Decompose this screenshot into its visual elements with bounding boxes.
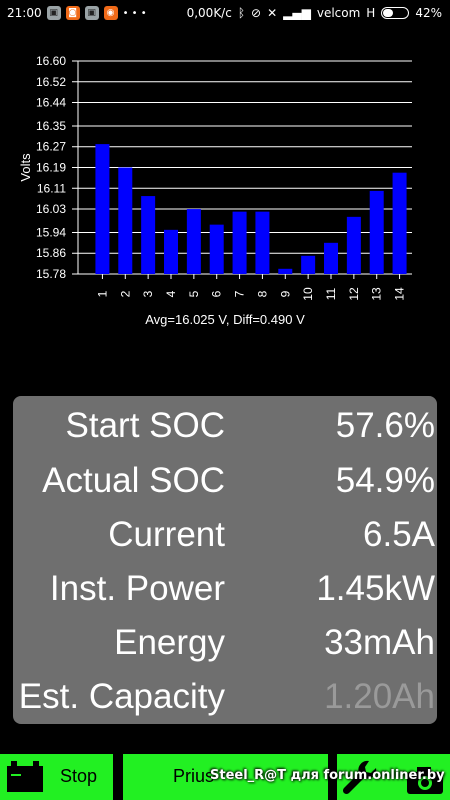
more-notifications: • • • (122, 7, 147, 19)
bar (232, 211, 247, 274)
stat-value: 33mAh (324, 623, 435, 662)
mute-icon: ✕ (267, 6, 278, 20)
stat-row: Current 6.5A (13, 508, 437, 562)
stat-row: Start SOC 57.6% (13, 399, 437, 453)
x-tick-label: 13 (370, 287, 384, 301)
app-notification-icon: ▣ (46, 6, 61, 20)
y-tick-label: 16.03 (36, 202, 66, 216)
stat-label: Actual SOC (42, 461, 225, 500)
stat-label: Inst. Power (49, 569, 225, 608)
y-tick-label: 16.35 (36, 119, 66, 133)
bar (141, 196, 156, 274)
bar (392, 172, 407, 274)
bar (209, 224, 224, 274)
stat-value: 57.6% (335, 406, 435, 445)
stat-row: Energy 33mAh (13, 616, 437, 670)
stat-value: 1.45kW (316, 569, 435, 608)
battery-icon (381, 7, 410, 19)
x-tick-label: 4 (164, 290, 178, 297)
bar (118, 167, 133, 274)
y-tick-label: 15.86 (36, 246, 66, 260)
stat-row: Actual SOC 54.9% (13, 454, 437, 508)
net-speed: 0,00K/c (186, 6, 232, 20)
alarm-off-icon: ⊘ (251, 6, 262, 20)
status-bar: 21:00 ▣ ◙ ▣ ◉ • • • 0,00K/c ᛒ ⊘ ✕ ▂▄▆ ve… (0, 0, 450, 26)
bar (278, 268, 293, 274)
bar (95, 144, 110, 274)
bar (164, 229, 178, 274)
stat-row: Inst. Power 1.45kW (13, 562, 437, 616)
x-tick-label: 14 (393, 287, 407, 301)
x-tick-label: 10 (301, 287, 315, 301)
bar (369, 190, 384, 274)
chart-svg: 15.78 15.86 15.94 16.03 16.11 16.19 16.27 16.35… (18, 54, 412, 327)
prius-label: Prius (173, 766, 215, 786)
x-tick-label: 6 (210, 290, 224, 297)
stop-button[interactable]: Stop (0, 754, 113, 800)
y-tick-label: 16.11 (37, 181, 66, 195)
y-tick-label: 15.78 (36, 267, 66, 281)
x-tick-label: 9 (278, 290, 292, 297)
x-tick-label: 7 (233, 290, 247, 297)
x-tick-label: 5 (187, 290, 201, 297)
stats-panel: Start SOC 57.6% Actual SOC 54.9% Current 6.5A… (13, 396, 437, 724)
x-tick-label: 11 (324, 287, 338, 300)
bar (324, 242, 338, 274)
network-type: H (366, 6, 376, 20)
stat-label: Est. Capacity (18, 677, 225, 716)
stat-row: Est. Capacity 1.20Ah (13, 670, 437, 724)
stop-label: Stop (60, 766, 98, 786)
stat-value: 1.20Ah (324, 677, 435, 716)
status-time: 21:00 (7, 6, 42, 20)
stat-value: 6.5A (363, 515, 435, 554)
y-tick-label: 16.27 (36, 140, 66, 154)
y-tick-label: 16.52 (36, 75, 66, 89)
y-tick-label: 16.19 (36, 161, 66, 175)
stat-label: Energy (114, 623, 225, 662)
battery-percent: 42% (415, 6, 442, 20)
stat-value: 54.9% (335, 461, 435, 500)
x-tick-label: 1 (95, 290, 109, 297)
stat-label: Start SOC (65, 406, 225, 445)
y-axis-label: Volts (18, 153, 33, 182)
signal-icon: ▂▄▆ (283, 6, 311, 20)
y-tick-label: 16.60 (36, 54, 66, 68)
app-notification-icon: ◙ (65, 6, 80, 20)
bar (186, 209, 201, 274)
battery-icon (7, 761, 43, 792)
y-tick-label: 16.44 (36, 96, 66, 110)
x-tick-label: 8 (255, 290, 269, 297)
bar (346, 216, 361, 274)
x-tick-label: 12 (347, 287, 361, 301)
watermark: Steel_R@T для forum.onliner.by (210, 768, 445, 783)
bluetooth-icon: ᛒ (237, 6, 246, 20)
x-tick-label: 2 (118, 290, 132, 297)
app-notification-icon: ◉ (103, 6, 118, 20)
y-tick-label: 15.94 (36, 225, 66, 239)
carrier-name: velcom (316, 6, 361, 20)
chart-summary: Avg=16.025 V, Diff=0.490 V (145, 312, 305, 327)
bar (255, 211, 270, 274)
app-notification-icon: ▣ (84, 6, 99, 20)
stat-label: Current (108, 515, 225, 554)
x-tick-label: 3 (141, 290, 155, 297)
bar (301, 255, 316, 274)
cell-voltage-chart: 15.78 15.86 15.94 16.03 16.11 16.19 16.27 16.35… (0, 40, 450, 340)
